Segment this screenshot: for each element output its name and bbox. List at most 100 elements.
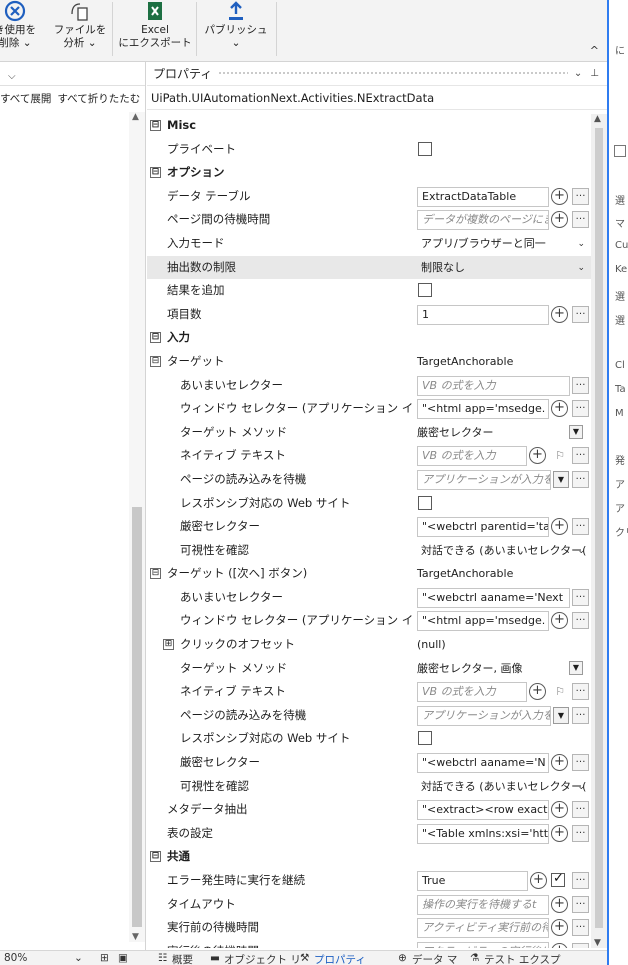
ellipsis-button[interactable]: … (572, 305, 589, 323)
property-row[interactable]: 項目数 1 … + (147, 303, 591, 327)
property-checkbox[interactable] (418, 141, 432, 156)
property-row[interactable]: ページの読み込みを待機 アプリケーションが入力を … ▼ (147, 468, 591, 492)
property-input[interactable]: "<webctrl aaname='N (417, 753, 549, 774)
add-variable-icon[interactable]: + (529, 447, 546, 465)
ellipsis-button[interactable]: … (572, 919, 589, 937)
property-input[interactable]: True (417, 871, 528, 891)
bottom-tab[interactable]: オブジェクト リ (224, 952, 301, 965)
chevron-down-icon[interactable]: ⌄ (577, 258, 585, 278)
bottom-tab[interactable]: データ マ (412, 952, 457, 965)
ellipsis-button[interactable]: … (572, 706, 589, 724)
property-row[interactable]: プライベート (147, 138, 591, 162)
add-variable-icon[interactable]: + (551, 824, 568, 842)
add-variable-icon[interactable]: + (551, 187, 568, 205)
zoom-level[interactable]: 80% (4, 952, 27, 964)
property-row[interactable]: ページ間の待機時間 データが複数のページにま … + (147, 208, 591, 232)
analyze-file-button[interactable]: ファイルを 分析 ⌄ (52, 0, 108, 50)
ellipsis-button[interactable]: … (572, 187, 589, 205)
property-input[interactable]: 操作の実行を待機するt (417, 894, 549, 915)
property-input[interactable]: 1 (417, 304, 549, 325)
collapse-toggle-icon[interactable]: ⊟ (150, 355, 161, 367)
property-input[interactable]: "<webctrl parentid='ta (417, 517, 549, 538)
property-checkbox[interactable] (418, 731, 432, 746)
export-excel-button[interactable]: Excel にエクスポート (118, 0, 192, 50)
property-input[interactable]: "<html app='msedge. (417, 399, 549, 420)
property-row[interactable]: ネイティブ テキスト VB の式を入力 … ⚐ + (147, 680, 591, 704)
scroll-down-icon[interactable]: ▼ (594, 938, 601, 948)
ellipsis-button[interactable]: … (572, 588, 589, 606)
property-row[interactable]: ウィンドウ セレクター (アプリケーション インスタン..."<html app… (147, 397, 591, 421)
overview-toggle-icon[interactable]: ▣ (118, 952, 128, 964)
property-row[interactable]: メタデータ抽出 "<extract><row exact … + (147, 798, 591, 822)
ellipsis-button[interactable]: … (572, 447, 589, 465)
property-row[interactable]: タイムアウト 操作の実行を待機するt … + (147, 893, 591, 917)
property-row[interactable]: 結果を追加 (147, 279, 591, 303)
property-category[interactable]: ⊟ Misc (147, 114, 591, 138)
property-row[interactable]: レスポンシブ対応の Web サイト (147, 492, 591, 516)
collapse-toggle-icon[interactable]: ⊟ (150, 568, 161, 580)
property-row[interactable]: 抽出数の制限 制限なし ⌄ (147, 255, 591, 280)
expand-toggle-icon[interactable]: ⊞ (163, 639, 174, 651)
panel-menu-icon[interactable]: ⌄ (574, 68, 582, 79)
property-dropdown[interactable]: アプリ/ブラウザーと同一 ⌄ (417, 234, 589, 254)
property-input[interactable]: VB の式を入力 (417, 375, 570, 396)
dropdown-arrow-icon[interactable]: ▼ (569, 660, 583, 675)
property-category[interactable]: ⊟ オプション (147, 161, 591, 185)
collapse-toggle-icon[interactable]: ⊟ (150, 120, 161, 131)
property-row[interactable]: 入力モード アプリ/ブラウザーと同一 ⌄ (147, 232, 591, 256)
panel-grip[interactable] (218, 71, 568, 76)
property-row[interactable]: 可視性を確認 対話できる (あいまいセレクター(⌄ (147, 775, 591, 799)
expand-all-link[interactable]: すべて展開 (0, 91, 51, 106)
ellipsis-button[interactable]: … (572, 211, 589, 229)
property-row[interactable]: 厳密セレクター "<webctrl parentid='ta … + (147, 515, 591, 539)
bottom-tab[interactable]: テスト エクスプ (484, 952, 561, 965)
property-row[interactable]: ⊟ ターゲット TargetAnchorable (147, 350, 591, 374)
collapse-all-link[interactable]: すべて折りたたむ (57, 91, 140, 106)
ellipsis-button[interactable]: … (572, 824, 589, 842)
property-row[interactable]: ページの読み込みを待機 アプリケーションが入力を … ▼ (147, 704, 591, 728)
property-input[interactable]: データが複数のページにま (417, 210, 549, 231)
scroll-up-icon[interactable]: ▲ (594, 114, 601, 124)
property-row[interactable]: 表の設定 "<Table xmlns:xsi='htt … + (147, 822, 591, 846)
dropdown-arrow-icon[interactable]: ▼ (569, 424, 583, 439)
property-checkbox[interactable] (418, 283, 432, 298)
property-input[interactable]: アプリケーションが入力を (417, 705, 551, 726)
property-input[interactable]: "<Table xmlns:xsi='htt (417, 823, 549, 844)
property-row[interactable]: ⊞ クリックのオフセット (null) (147, 633, 591, 657)
property-input[interactable]: アクティビティ実行前の待 (417, 918, 549, 939)
property-input[interactable]: ExtractDataTable (417, 186, 549, 207)
property-checkbox[interactable] (551, 871, 565, 887)
chevron-down-icon[interactable]: ⌄ (577, 234, 585, 254)
add-variable-icon[interactable]: + (530, 872, 547, 889)
pin-icon[interactable]: ⊥ (590, 68, 599, 79)
property-input[interactable]: アクティビティの実行後に (417, 941, 549, 948)
property-row[interactable]: あいまいセレクター "<webctrl aaname='Next… (147, 586, 591, 610)
property-row[interactable]: 可視性を確認 対話できる (あいまいセレクター(⌄ (147, 539, 591, 563)
add-variable-icon[interactable]: + (551, 305, 568, 323)
chevron-down-icon[interactable]: ⌄ (577, 541, 585, 561)
property-category[interactable]: ⊟ 入力 (147, 326, 591, 350)
add-variable-icon[interactable]: + (551, 919, 568, 937)
properties-scrollbar[interactable]: ▲ ▼ (591, 114, 607, 948)
property-row[interactable]: あいまいセレクター VB の式を入力… (147, 374, 591, 398)
add-variable-icon[interactable]: + (551, 518, 568, 536)
property-input[interactable]: アプリケーションが入力を (417, 469, 551, 490)
property-dropdown[interactable]: 制限なし ⌄ (417, 258, 589, 278)
chevron-down-icon[interactable]: ⌵ (4, 67, 137, 87)
ellipsis-button[interactable]: … (572, 376, 589, 394)
property-row[interactable]: ウィンドウ セレクター (アプリケーション インスタン..."<html app… (147, 609, 591, 633)
property-row[interactable]: 実行後の待機時間 アクティビティの実行後に … + (147, 940, 591, 948)
ellipsis-button[interactable]: … (572, 470, 589, 488)
add-variable-icon[interactable]: + (551, 211, 568, 229)
add-variable-icon[interactable]: + (551, 612, 568, 630)
property-row[interactable]: データ テーブル ExtractDataTable … + (147, 185, 591, 209)
ellipsis-button[interactable]: … (572, 801, 589, 819)
property-row[interactable]: 厳密セレクター "<webctrl aaname='N … + (147, 751, 591, 775)
scrollbar-thumb[interactable] (132, 507, 142, 927)
property-input[interactable]: VB の式を入力 (417, 446, 527, 467)
zoom-dropdown-icon[interactable]: ⌄ (74, 952, 83, 964)
dropdown-arrow-icon[interactable]: ▼ (553, 706, 569, 724)
flag-icon[interactable]: ⚐ (550, 447, 570, 464)
property-dropdown[interactable]: 対話できる (あいまいセレクター(⌄ (417, 541, 589, 561)
chevron-down-icon[interactable]: ⌄ (577, 777, 585, 797)
